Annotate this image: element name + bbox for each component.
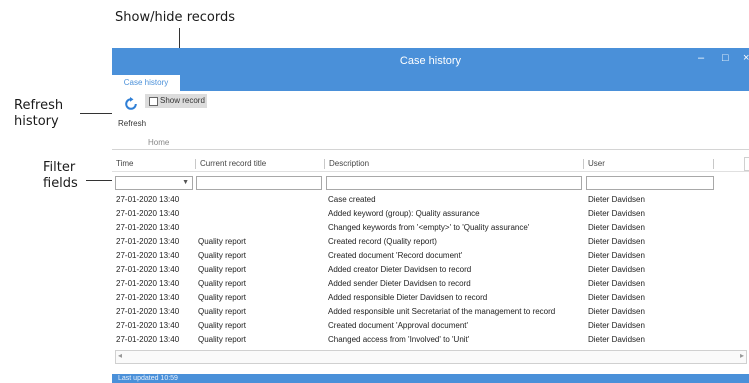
cell-description: Added keyword (group): Quality assurance	[328, 209, 480, 218]
cell-record-title: Quality report	[198, 251, 247, 260]
refresh-icon	[125, 97, 137, 110]
scroll-right-icon[interactable]: ▸	[740, 351, 744, 360]
cell-user: Dieter Davidsen	[588, 237, 645, 246]
callout-filter-line1: Filter	[43, 160, 76, 175]
minimize-icon[interactable]: –	[698, 52, 704, 64]
cell-record-title: Quality report	[198, 307, 247, 316]
cell-description: Added responsible Dieter Davidsen to rec…	[328, 293, 488, 302]
scrollbar-vertical[interactable]	[744, 157, 749, 171]
close-icon[interactable]: ×	[743, 52, 749, 64]
table-row[interactable]: 27-01-2020 13:40 Quality report Added resp…	[112, 291, 749, 305]
table-row[interactable]: 27-01-2020 13:40 Quality report Added send…	[112, 277, 749, 291]
filter-row: ▼	[112, 175, 749, 191]
cell-user: Dieter Davidsen	[588, 321, 645, 330]
column-header-record-title[interactable]: Current record title	[195, 159, 266, 169]
cell-user: Dieter Davidsen	[588, 251, 645, 260]
cell-user: Dieter Davidsen	[588, 335, 645, 344]
filter-user-input[interactable]	[586, 176, 714, 190]
refresh-label: Refresh	[118, 119, 147, 128]
table-row[interactable]: 27-01-2020 13:40 Quality report Created do…	[112, 249, 749, 263]
callout-show-hide-records: Show/hide records	[115, 10, 235, 25]
cell-record-title: Quality report	[198, 335, 247, 344]
maximize-icon[interactable]: □	[722, 52, 729, 64]
cell-description: Added creator Dieter Davidsen to record	[328, 265, 472, 274]
table-row[interactable]: 27-01-2020 13:40 Added keyword (group): Q…	[112, 207, 749, 221]
callout-line-refresh	[80, 113, 113, 114]
chevron-down-icon: ▼	[182, 179, 189, 186]
cell-description: Added sender Dieter Davidsen to record	[328, 279, 471, 288]
cell-description: Created document 'Record document'	[328, 251, 463, 260]
cell-time: 27-01-2020 13:40	[116, 223, 180, 232]
cell-time: 27-01-2020 13:40	[116, 209, 180, 218]
cell-description: Case created	[328, 195, 376, 204]
cell-record-title: Quality report	[198, 265, 247, 274]
ribbon: Refresh Show record Home	[112, 91, 749, 150]
cell-user: Dieter Davidsen	[588, 279, 645, 288]
table-header: Time Current record title Description Us…	[112, 157, 749, 172]
table-row[interactable]: 27-01-2020 13:40 Changed keywords from '<…	[112, 221, 749, 235]
status-bar: Last updated 10:59	[112, 374, 749, 383]
cell-description: Created record (Quality report)	[328, 237, 437, 246]
cell-description: Changed access from 'Involved' to 'Unit'	[328, 335, 470, 344]
callout-refresh-line2: history	[14, 114, 59, 129]
cell-user: Dieter Davidsen	[588, 223, 645, 232]
table-row[interactable]: 27-01-2020 13:40 Quality report Created re…	[112, 235, 749, 249]
ribbon-group-home: Home	[148, 138, 170, 147]
column-header-description[interactable]: Description	[324, 159, 369, 169]
table-row[interactable]: 27-01-2020 13:40 Quality report Added crea…	[112, 263, 749, 277]
cell-time: 27-01-2020 13:40	[116, 279, 180, 288]
show-record-checkbox[interactable]	[149, 97, 158, 106]
cell-user: Dieter Davidsen	[588, 209, 645, 218]
callout-line-filter	[86, 180, 113, 181]
cell-time: 27-01-2020 13:40	[116, 321, 180, 330]
case-history-window: Case history – □ × Case history Refresh …	[112, 48, 749, 383]
filter-time-dropdown[interactable]: ▼	[115, 176, 193, 190]
table-row[interactable]: 27-01-2020 13:40 Quality report Added resp…	[112, 305, 749, 319]
cell-description: Created document 'Approval document'	[328, 321, 469, 330]
column-header-time[interactable]: Time	[112, 159, 133, 169]
title-bar: Case history – □ ×	[112, 48, 749, 75]
scrollbar-horizontal[interactable]: ◂ ▸	[115, 350, 747, 364]
cell-record-title: Quality report	[198, 293, 247, 302]
cell-user: Dieter Davidsen	[588, 195, 645, 204]
column-header-filler	[713, 159, 738, 169]
cell-time: 27-01-2020 13:40	[116, 251, 180, 260]
show-record-label: Show record	[160, 96, 205, 105]
cell-time: 27-01-2020 13:40	[116, 195, 180, 204]
table-row[interactable]: 27-01-2020 13:40 Case created Dieter David…	[112, 193, 749, 207]
ribbon-tab-bar: Case history	[112, 75, 749, 91]
callout-refresh-line1: Refresh	[14, 98, 64, 113]
cell-record-title: Quality report	[198, 237, 247, 246]
cell-user: Dieter Davidsen	[588, 265, 645, 274]
cell-record-title: Quality report	[198, 321, 247, 330]
cell-user: Dieter Davidsen	[588, 293, 645, 302]
cell-time: 27-01-2020 13:40	[116, 307, 180, 316]
cell-record-title: Quality report	[198, 279, 247, 288]
cell-user: Dieter Davidsen	[588, 307, 645, 316]
show-record-toggle[interactable]: Show record	[145, 94, 207, 108]
table-row[interactable]: 27-01-2020 13:40 Quality report Changed ac…	[112, 333, 749, 347]
scroll-left-icon[interactable]: ◂	[118, 351, 122, 360]
column-header-user[interactable]: User	[583, 159, 605, 169]
cell-description: Added responsible unit Secretariat of th…	[328, 307, 556, 316]
cell-time: 27-01-2020 13:40	[116, 335, 180, 344]
cell-time: 27-01-2020 13:40	[116, 265, 180, 274]
table-row[interactable]: 27-01-2020 13:40 Quality report Created do…	[112, 319, 749, 333]
filter-record-title-input[interactable]	[196, 176, 322, 190]
filter-description-input[interactable]	[326, 176, 582, 190]
cell-description: Changed keywords from '<empty>' to 'Qual…	[328, 223, 530, 232]
window-title: Case history	[399, 55, 462, 67]
cell-time: 27-01-2020 13:40	[116, 237, 180, 246]
callout-filter-line2: fields	[43, 176, 78, 191]
cell-time: 27-01-2020 13:40	[116, 293, 180, 302]
tab-case-history[interactable]: Case history	[112, 75, 180, 91]
